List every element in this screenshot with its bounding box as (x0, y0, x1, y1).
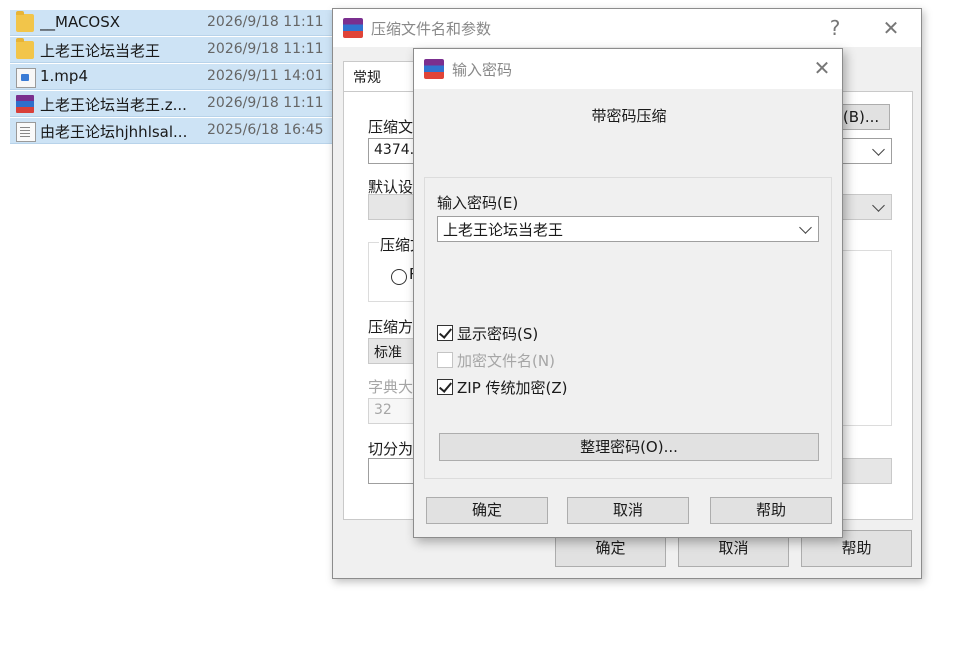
file-row[interactable]: 上老王论坛当老王 2026/9/18 11:11 (10, 37, 332, 63)
archive-name-label: 压缩文 (368, 118, 414, 136)
dialog-title: 压缩文件名和参数 (371, 20, 492, 38)
close-icon[interactable]: ✕ (808, 55, 836, 81)
file-row[interactable]: __MACOSX 2026/9/18 11:11 (10, 10, 332, 36)
winrar-archive-icon (16, 95, 34, 113)
password-help-button[interactable]: 帮助 (710, 497, 832, 524)
text-file-icon (16, 122, 36, 142)
organize-passwords-button[interactable]: 整理密码(O)... (439, 433, 819, 461)
chevron-down-icon (872, 143, 885, 156)
tab-general-label: 常规 (353, 70, 381, 86)
password-title-bar: 输入密码 ✕ (414, 49, 842, 89)
password-help-label: 帮助 (755, 501, 786, 519)
zip-legacy-encryption-checkbox[interactable] (437, 379, 453, 395)
password-dialog-title: 输入密码 (452, 61, 513, 79)
dictionary-size-value: 32 (374, 402, 392, 418)
winrar-icon (424, 59, 444, 79)
file-name: 1.mp4 (40, 67, 88, 85)
winrar-icon (343, 18, 363, 38)
password-group: 输入密码(E) 上老王论坛当老王 显示密码(S) 加密文件名(N) ZIP 传统… (424, 177, 832, 479)
file-row[interactable]: 上老王论坛当老王.z... 2026/9/18 11:11 (10, 91, 332, 117)
compression-method-label: 压缩方 (368, 318, 414, 336)
folder-icon (16, 38, 34, 59)
browse-button-label: (B)... (842, 108, 880, 126)
file-row[interactable]: 1.mp4 2026/9/11 14:01 (10, 64, 332, 90)
organize-passwords-label: 整理密码(O)... (580, 438, 678, 456)
split-volumes-label: 切分为 (368, 440, 414, 458)
password-value: 上老王论坛当老王 (443, 221, 564, 239)
dictionary-size-label: 字典大 (368, 378, 414, 396)
encrypt-filenames-checkbox[interactable] (437, 352, 453, 368)
help-button-label: 帮助 (841, 539, 872, 557)
file-date: 2025/6/18 16:45 (207, 122, 324, 138)
file-date: 2026/9/18 11:11 (207, 41, 324, 57)
show-password-label: 显示密码(S) (457, 325, 539, 343)
title-bar: 压缩文件名和参数 ? ✕ (333, 9, 921, 47)
file-name: 由老王论坛hjhhlsal... (40, 123, 188, 141)
password-input[interactable]: 上老王论坛当老王 (437, 216, 819, 242)
ok-button-label: 确定 (595, 539, 626, 557)
password-cancel-label: 取消 (612, 501, 643, 519)
file-row[interactable]: 由老王论坛hjhhlsal... 2025/6/18 16:45 (10, 118, 332, 144)
zip-legacy-encryption-label: ZIP 传统加密(Z) (457, 379, 568, 397)
password-ok-button[interactable]: 确定 (426, 497, 548, 524)
help-icon[interactable]: ? (821, 15, 849, 41)
password-cancel-button[interactable]: 取消 (567, 497, 689, 524)
show-password-checkbox[interactable] (437, 325, 453, 341)
encrypt-filenames-label: 加密文件名(N) (457, 352, 555, 370)
file-date: 2026/9/18 11:11 (207, 95, 324, 111)
folder-icon (16, 11, 34, 32)
enter-password-label: 输入密码(E) (437, 194, 519, 212)
enter-password-dialog: 输入密码 ✕ 带密码压缩 输入密码(E) 上老王论坛当老王 显示密码(S) 加密… (413, 48, 843, 538)
file-date: 2026/9/11 14:01 (207, 68, 324, 84)
password-ok-label: 确定 (471, 501, 502, 519)
video-file-icon (16, 68, 36, 88)
chevron-down-icon (872, 199, 885, 212)
file-date: 2026/9/18 11:11 (207, 14, 324, 30)
chevron-down-icon (799, 221, 812, 234)
format-radio[interactable] (391, 269, 407, 285)
options-list (842, 250, 892, 426)
file-name: __MACOSX (40, 13, 121, 31)
file-name: 上老王论坛当老王.z... (40, 96, 187, 114)
password-dialog-heading: 带密码压缩 (591, 107, 667, 125)
file-name: 上老王论坛当老王 (40, 42, 161, 60)
cancel-button-label: 取消 (718, 539, 749, 557)
compression-method-value: 标准 (374, 345, 402, 361)
close-icon[interactable]: ✕ (877, 15, 905, 41)
save-profile-button[interactable] (842, 458, 892, 484)
